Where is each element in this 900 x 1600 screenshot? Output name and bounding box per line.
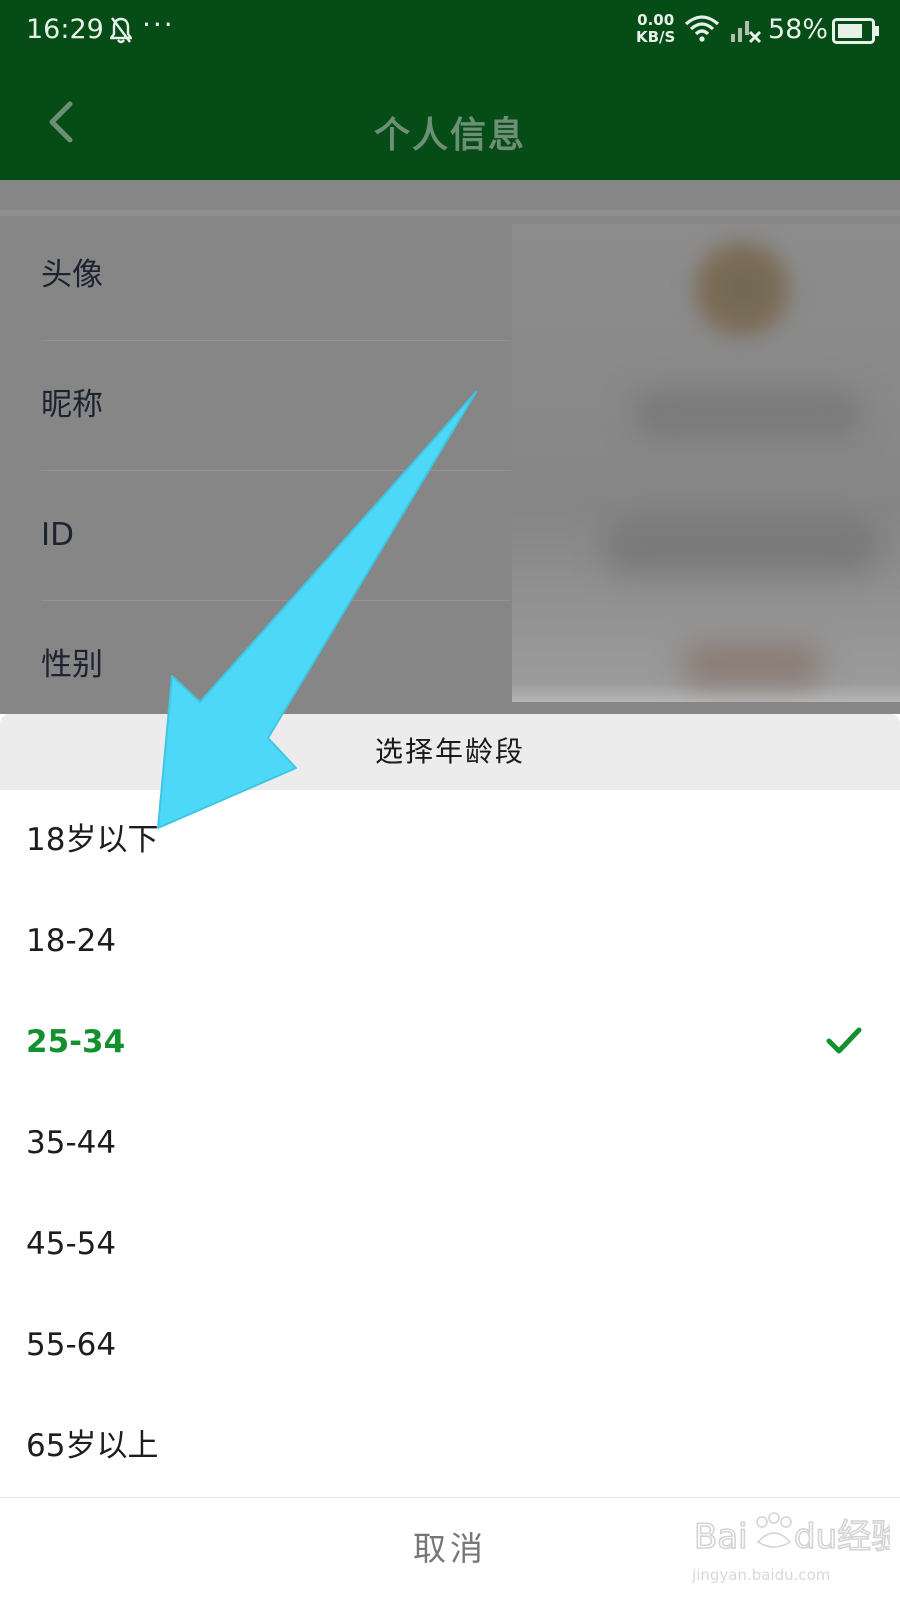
age-option-label: 25-34 (26, 1024, 126, 1060)
age-option[interactable]: 45-54 (0, 1194, 900, 1296)
picker-title: 选择年龄段 (0, 714, 900, 790)
watermark-url: jingyan.baidu.com (691, 1566, 830, 1584)
profile-row-label: ID (41, 517, 75, 553)
network-speed-unit: KB/S (636, 28, 676, 46)
age-option-label: 65岁以上 (26, 1428, 159, 1464)
profile-row-label: 头像 (41, 257, 103, 293)
age-option[interactable]: 18-24 (0, 891, 900, 993)
blurred-values-panel (512, 224, 900, 702)
age-option[interactable]: 35-44 (0, 1093, 900, 1195)
blurred-nickname (632, 389, 862, 439)
profile-content-overlay: 头像 昵称 ID 性别 (0, 180, 900, 714)
page-title: 个人信息 (373, 115, 526, 156)
profile-row-id: ID (41, 470, 511, 601)
age-option[interactable]: 55-64 (0, 1295, 900, 1397)
bell-muted-icon (108, 16, 134, 51)
app-bar: 个人信息 (0, 62, 900, 180)
age-option-label: 55-64 (26, 1327, 117, 1363)
age-option-label: 35-44 (26, 1125, 117, 1161)
age-option-label: 45-54 (26, 1226, 117, 1262)
age-option-label: 18-24 (26, 923, 117, 959)
svg-text:Bai: Bai (694, 1517, 748, 1557)
age-option[interactable]: 18岁以下 (0, 790, 900, 892)
status-bar: 16:29 ··· 0.00 KB/S 58% (0, 0, 900, 62)
battery-percent: 58% (768, 14, 829, 45)
age-option[interactable]: 65岁以上 (0, 1396, 900, 1498)
profile-row-nickname: 昵称 (41, 340, 511, 471)
age-option-label: 18岁以下 (26, 822, 159, 858)
blurred-gender (682, 644, 822, 684)
avatar (687, 234, 797, 344)
profile-row-label: 昵称 (41, 387, 103, 423)
network-speed-value: 0.00 (637, 11, 675, 29)
battery-icon (832, 18, 880, 51)
blurred-id (602, 514, 882, 574)
cellular-signal-icon (730, 16, 762, 51)
network-speed: 0.00 KB/S (636, 12, 675, 46)
profile-row-label: 性别 (41, 647, 103, 683)
more-notifications-icon: ··· (142, 8, 175, 41)
age-option-selected[interactable]: 25-34 (0, 992, 900, 1094)
svg-text:du经验: du经验 (794, 1517, 890, 1557)
profile-row-gender: 性别 (41, 600, 511, 730)
top-bar: 16:29 ··· 0.00 KB/S 58% 个人信息 (0, 0, 900, 180)
status-time: 16:29 (26, 14, 104, 45)
baidu-watermark: Bai du经验 jingyan.baidu.com (690, 1502, 900, 1592)
wifi-icon (684, 14, 720, 49)
profile-row-avatar: 头像 (41, 210, 511, 341)
checkmark-icon (826, 1026, 862, 1060)
